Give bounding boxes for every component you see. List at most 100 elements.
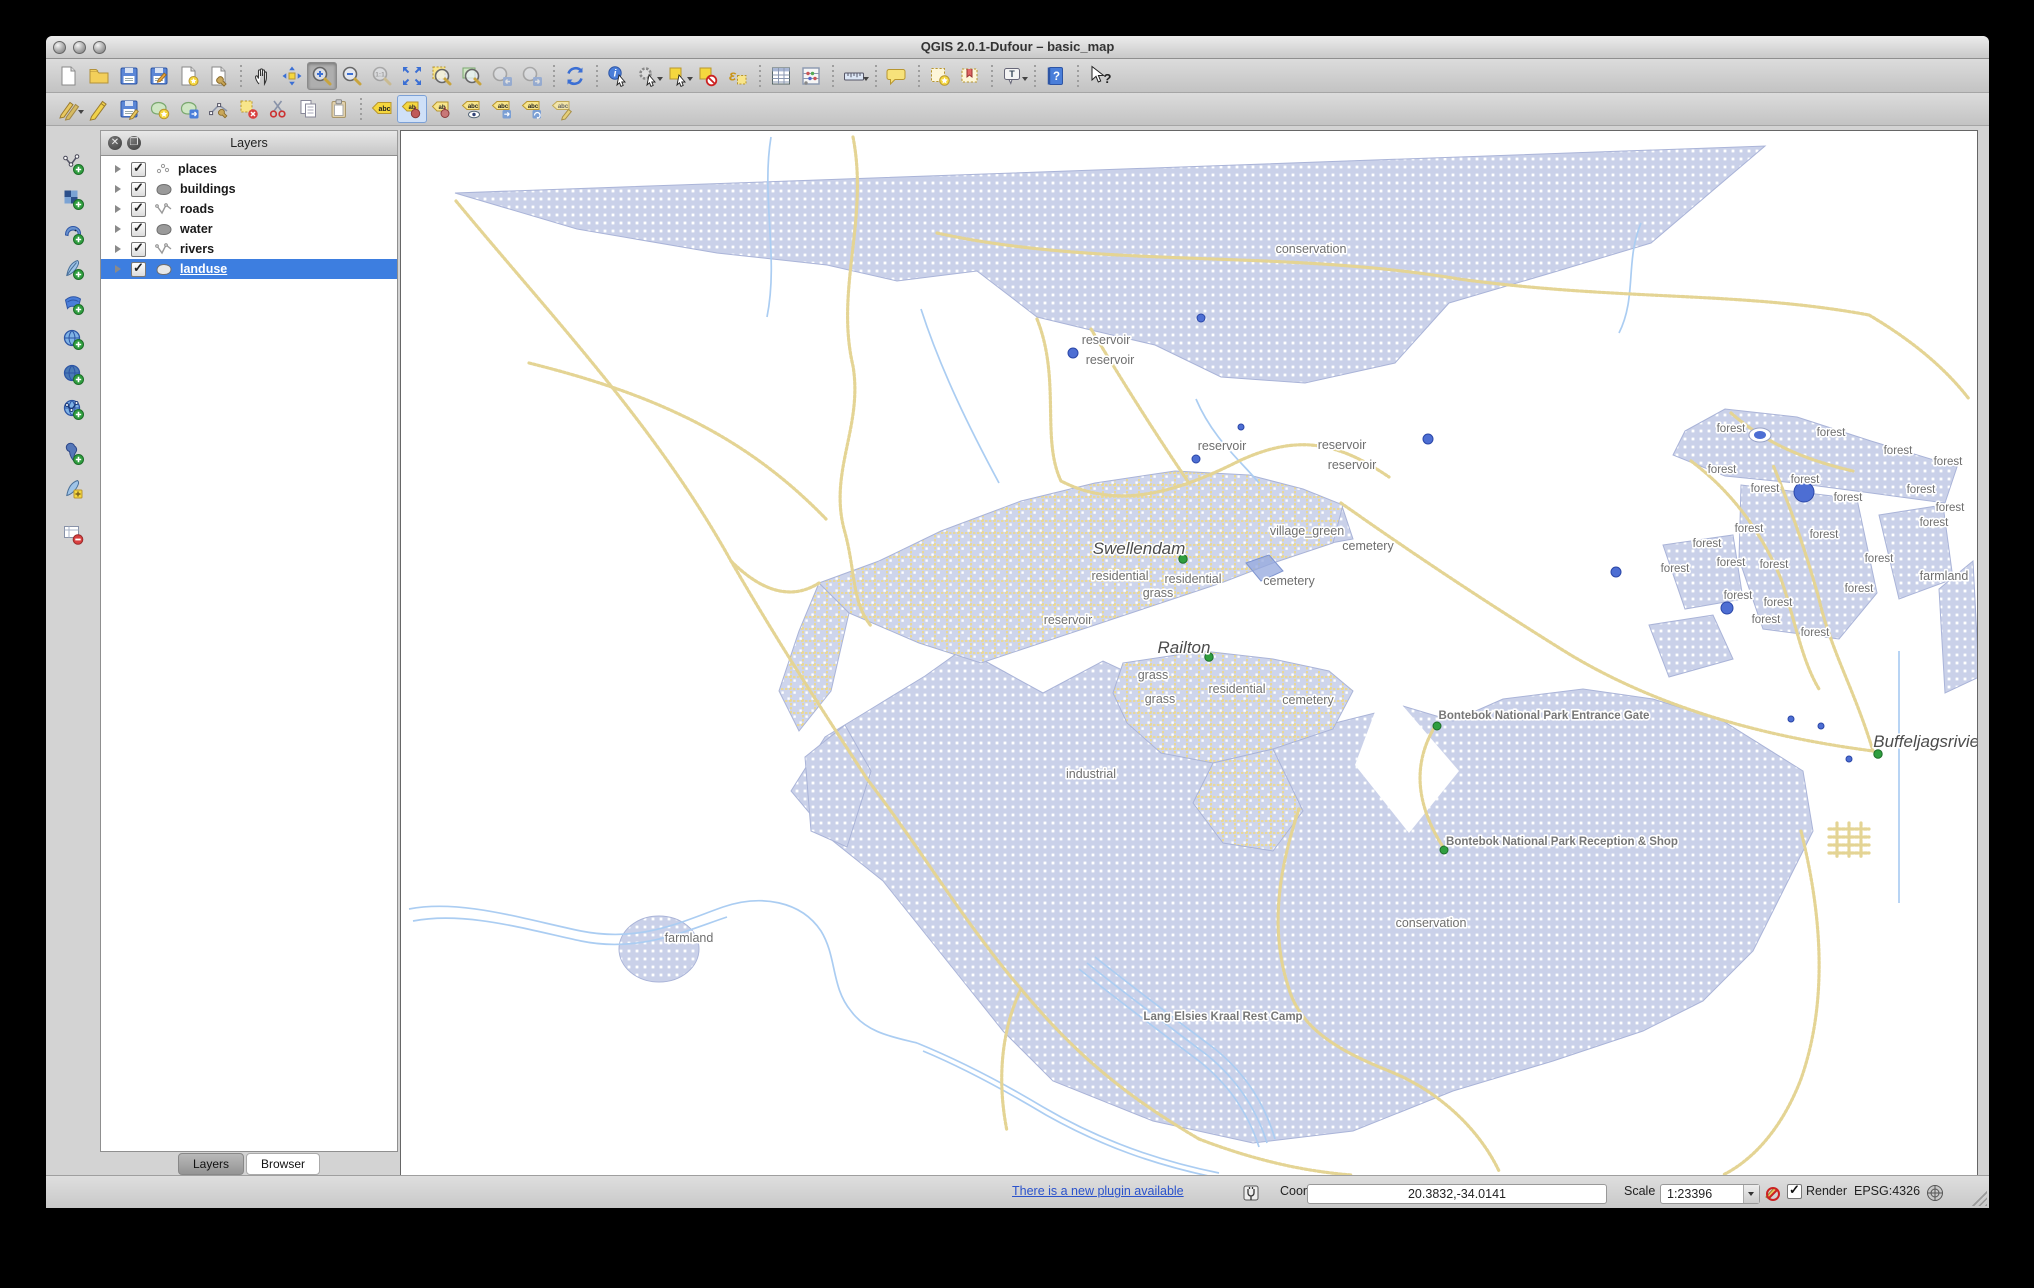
toggle-editing-button[interactable] xyxy=(84,95,114,123)
coordinate-input[interactable]: 20.3832,-34.0141 xyxy=(1307,1184,1607,1204)
expand-arrow-icon[interactable] xyxy=(115,265,121,273)
move-feature-button[interactable] xyxy=(174,95,204,123)
zoom-to-selection-button[interactable] xyxy=(427,62,457,90)
tab-browser[interactable]: Browser xyxy=(246,1153,321,1175)
layer-item-water[interactable]: water xyxy=(101,219,397,239)
tab-layers[interactable]: Layers xyxy=(177,1153,244,1175)
landuse-label: reservoir xyxy=(1328,458,1377,472)
refresh-button[interactable] xyxy=(560,62,590,90)
add-mssql-button[interactable] xyxy=(58,290,88,318)
node-tool-button[interactable] xyxy=(204,95,234,123)
add-feature-button[interactable] xyxy=(144,95,174,123)
pan-map-button[interactable] xyxy=(247,62,277,90)
deselect-features-button[interactable] xyxy=(693,62,723,90)
add-feature-icon xyxy=(150,101,170,120)
layer-visibility-checkbox[interactable] xyxy=(131,180,146,197)
map-canvas[interactable]: conservation reservoir reservoir reservoir r… xyxy=(400,130,1978,1177)
select-expression-button[interactable]: ε xyxy=(723,62,753,90)
layer-item-buildings[interactable]: buildings xyxy=(101,179,397,199)
layer-visibility-checkbox[interactable] xyxy=(131,200,146,217)
expand-arrow-icon[interactable] xyxy=(115,245,121,253)
stop-render-icon[interactable] xyxy=(1762,1184,1780,1202)
new-project-button[interactable] xyxy=(54,62,84,90)
layer-item-landuse[interactable]: landuse xyxy=(101,259,397,279)
identify-button[interactable]: i xyxy=(603,62,633,90)
save-project-button[interactable] xyxy=(114,62,144,90)
save-project-as-button[interactable] xyxy=(144,62,174,90)
labeling-button[interactable]: abc xyxy=(367,95,397,123)
map-tips-button[interactable] xyxy=(882,62,912,90)
add-spatialite-button[interactable] xyxy=(58,255,88,283)
resize-grip[interactable] xyxy=(1971,1190,1987,1206)
save-edits-button[interactable] xyxy=(114,95,144,123)
crs-projector-icon[interactable] xyxy=(1926,1184,1944,1202)
expand-arrow-icon[interactable] xyxy=(115,165,121,173)
new-spatialite-layer-button[interactable] xyxy=(58,475,88,503)
add-raster-button[interactable] xyxy=(58,185,88,213)
identify-icon: i xyxy=(608,65,626,87)
zoom-next-button[interactable] xyxy=(517,62,547,90)
layer-visibility-checkbox[interactable] xyxy=(131,260,146,277)
add-delimited-button[interactable] xyxy=(58,440,88,468)
zoom-native-button[interactable]: 1:1 xyxy=(367,62,397,90)
scale-dropdown-arrow-icon[interactable] xyxy=(1743,1185,1759,1203)
pan-to-selection-button[interactable] xyxy=(277,62,307,90)
new-composer-button[interactable] xyxy=(174,62,204,90)
expand-arrow-icon[interactable] xyxy=(115,225,121,233)
delete-selected-button[interactable] xyxy=(234,95,264,123)
zoom-last-button[interactable] xyxy=(487,62,517,90)
measure-button[interactable] xyxy=(839,62,869,90)
expand-arrow-icon[interactable] xyxy=(115,185,121,193)
layer-visibility-checkbox[interactable] xyxy=(131,160,146,177)
attribute-table-button[interactable] xyxy=(766,62,796,90)
help-icon: ? xyxy=(1047,66,1063,85)
svg-text:abc: abc xyxy=(378,106,390,113)
zoom-out-button[interactable] xyxy=(337,62,367,90)
render-checkbox[interactable] xyxy=(1787,1182,1802,1199)
copy-features-button[interactable] xyxy=(294,95,324,123)
show-bookmarks-button[interactable] xyxy=(955,62,985,90)
current-edits-button[interactable] xyxy=(54,95,84,123)
field-calculator-button[interactable] xyxy=(796,62,826,90)
expand-arrow-icon[interactable] xyxy=(115,205,121,213)
layer-item-places[interactable]: places xyxy=(101,159,397,179)
layer-item-rivers[interactable]: rivers xyxy=(101,239,397,259)
layer-item-roads[interactable]: roads xyxy=(101,199,397,219)
layer-visibility-checkbox[interactable] xyxy=(131,220,146,237)
zoom-full-button[interactable] xyxy=(397,62,427,90)
layer-visibility-checkbox[interactable] xyxy=(131,240,146,257)
feature-action-button[interactable] xyxy=(633,62,663,90)
scale-combo[interactable]: 1:23396 xyxy=(1660,1184,1760,1204)
new-bookmark-button[interactable] xyxy=(925,62,955,90)
add-wms-button[interactable] xyxy=(58,325,88,353)
remove-layer-button[interactable] xyxy=(58,520,88,548)
zoom-in-button[interactable] xyxy=(307,61,337,90)
composer-manager-button[interactable] xyxy=(204,62,234,90)
cut-features-button[interactable] xyxy=(264,95,294,123)
select-features-button[interactable] xyxy=(663,62,693,90)
zoom-to-layer-button[interactable] xyxy=(457,62,487,90)
add-vector-button[interactable] xyxy=(58,150,88,178)
add-wcs-button[interactable] xyxy=(58,360,88,388)
forest-label: forest xyxy=(1884,445,1914,457)
landuse-label: residential xyxy=(1092,569,1149,583)
pin-labels-button[interactable]: ab xyxy=(397,95,427,123)
move-label-button[interactable]: abc xyxy=(487,95,517,123)
plugin-available-link[interactable]: There is a new plugin available xyxy=(1012,1184,1184,1198)
highlight-labels-button[interactable]: ab xyxy=(427,95,457,123)
dropdown-arrow-icon[interactable] xyxy=(863,76,869,81)
rotate-label-button[interactable]: abc xyxy=(517,95,547,123)
text-annotation-button[interactable]: T xyxy=(998,62,1028,90)
change-label-button[interactable]: abc xyxy=(547,95,577,123)
open-project-button[interactable] xyxy=(84,62,114,90)
add-wfs-button[interactable] xyxy=(58,395,88,423)
showhide-labels-button[interactable]: abc xyxy=(457,95,487,123)
toolbar-separator xyxy=(987,64,996,87)
dropdown-arrow-icon[interactable] xyxy=(1022,76,1028,81)
window-titlebar[interactable]: QGIS 2.0.1-Dufour – basic_map xyxy=(46,36,1989,59)
add-postgis-button[interactable] xyxy=(58,220,88,248)
help-button[interactable]: ? xyxy=(1041,62,1071,90)
whats-this-button[interactable]: ? xyxy=(1084,62,1114,90)
layer-point-symbol-icon xyxy=(155,162,171,176)
paste-features-button[interactable] xyxy=(324,95,354,123)
